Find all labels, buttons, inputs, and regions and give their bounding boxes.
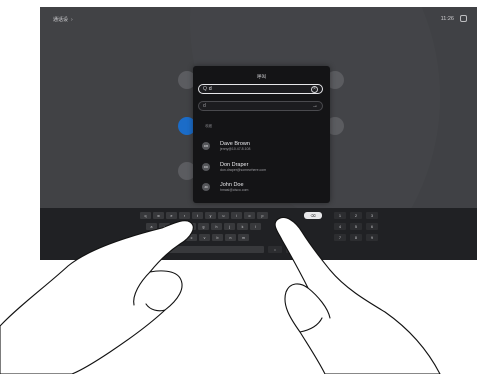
search-field[interactable]: Q d × [198, 84, 323, 94]
avatar: DB [202, 142, 210, 150]
avatar: DD [202, 163, 210, 171]
backspace-icon[interactable]: ⌫ [304, 212, 322, 219]
key[interactable]: r [179, 212, 190, 219]
num-key[interactable]: 8 [350, 234, 362, 241]
num-key[interactable]: 1 [334, 212, 346, 219]
symbols-key[interactable] [140, 246, 160, 253]
enter-key[interactable] [286, 246, 302, 253]
key[interactable]: l [250, 223, 261, 230]
contact-item[interactable]: DD Don Draper don.draper@somewhere.com [198, 157, 323, 177]
key[interactable]: q [140, 212, 151, 219]
num-key[interactable]: 9 [366, 234, 378, 241]
on-screen-keyboard: q w e r t y u i o p ⌫ a s d f g h j k l … [40, 208, 477, 260]
contact-detail: jenny@10.47.8.108 [220, 146, 251, 151]
chevron-right-icon: › [71, 16, 73, 23]
key[interactable]: m [238, 234, 249, 241]
clock: 11:26 [440, 15, 454, 22]
num-key[interactable]: 2 [350, 212, 362, 219]
status-left[interactable]: 通话设 › [53, 16, 73, 24]
key[interactable]: t [192, 212, 203, 219]
shift-key[interactable]: ⇧ [140, 234, 156, 241]
num-key[interactable]: 5 [350, 223, 362, 230]
num-key[interactable]: 7 [334, 234, 346, 241]
key[interactable]: j [224, 223, 235, 230]
key[interactable]: f [185, 223, 196, 230]
key[interactable]: w [153, 212, 164, 219]
avatar: JD [202, 183, 210, 191]
key[interactable]: c [186, 234, 197, 241]
address-field[interactable]: d → [198, 101, 323, 111]
arrow-right-icon[interactable]: → [312, 103, 318, 109]
status-right: 11:26 [441, 15, 467, 22]
num-key[interactable]: 4 [334, 223, 346, 230]
contact-detail: don.draper@somewhere.com [220, 167, 267, 172]
contact-item[interactable]: JD John Doe hmasi@cisco.com [198, 177, 323, 197]
key[interactable]: y [205, 212, 216, 219]
status-left-label: 通话设 [53, 17, 69, 23]
key[interactable]: p [257, 212, 268, 219]
key[interactable]: u [218, 212, 229, 219]
panel-icon[interactable] [460, 15, 467, 22]
key[interactable]: x [173, 234, 184, 241]
favorites-section-label: 收藏 [205, 124, 212, 128]
address-input-value: d [203, 103, 206, 109]
left-hand-detail [133, 271, 166, 312]
search-input-value: d [208, 86, 212, 92]
space-key[interactable] [164, 246, 264, 253]
key[interactable]: a [146, 223, 157, 230]
key[interactable]: v [199, 234, 210, 241]
key[interactable]: z [160, 234, 171, 241]
num-key[interactable]: 6 [366, 223, 378, 230]
num-key[interactable]: 3 [366, 212, 378, 219]
key[interactable]: g [198, 223, 209, 230]
key[interactable]: n [225, 234, 236, 241]
key[interactable]: d [172, 223, 183, 230]
key[interactable]: k [237, 223, 248, 230]
period-key[interactable]: • [268, 246, 282, 253]
key[interactable]: i [231, 212, 242, 219]
key[interactable]: h [211, 223, 222, 230]
clear-icon[interactable]: × [311, 85, 318, 93]
search-icon: Q [203, 86, 207, 92]
key[interactable]: b [212, 234, 223, 241]
key[interactable]: s [159, 223, 170, 230]
key[interactable]: e [166, 212, 177, 219]
dialog-title: 呼叫 [257, 74, 266, 79]
right-hand-detail [299, 287, 331, 333]
key[interactable]: o [244, 212, 255, 219]
contact-item[interactable]: DB Dave Brown jenny@10.47.8.108 [198, 136, 323, 156]
contact-detail: hmasi@cisco.com [220, 187, 249, 192]
